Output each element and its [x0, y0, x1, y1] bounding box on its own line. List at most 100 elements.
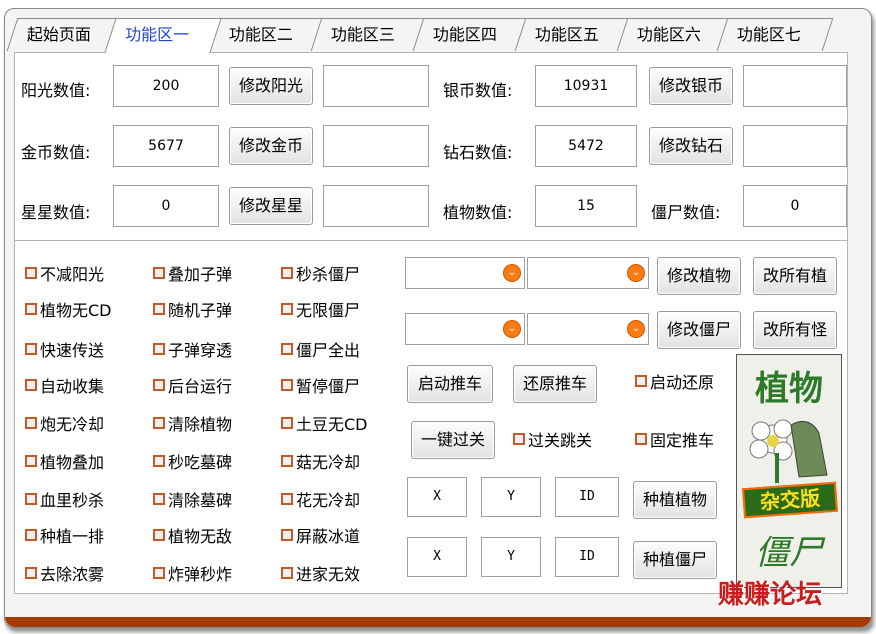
- modify-plant-button[interactable]: 修改植物: [657, 257, 741, 295]
- checkbox-all-zombies[interactable]: 僵尸全出: [281, 337, 360, 361]
- all-zombie-button[interactable]: 改所有怪: [753, 311, 837, 349]
- checkbox-blood-kill[interactable]: 血里秒杀: [25, 487, 104, 511]
- plant-select-2[interactable]: ⌄: [527, 257, 649, 289]
- checkbox-flower-no-cd[interactable]: 花无冷却: [281, 487, 360, 511]
- checkbox-icon: [153, 493, 165, 505]
- checkbox-label: 植物叠加: [40, 453, 105, 472]
- gold-value-input[interactable]: 5677: [113, 125, 219, 167]
- tab-label: 起始页面: [26, 25, 91, 44]
- zombie-x-input[interactable]: X: [407, 537, 467, 577]
- plant-select-1[interactable]: ⌄: [405, 257, 525, 289]
- checkbox-icon: [25, 529, 37, 541]
- plant-y-input[interactable]: Y: [481, 477, 541, 517]
- checkbox-label: 秒杀僵尸: [296, 265, 361, 284]
- checkbox-bullet-pierce[interactable]: 子弹穿透: [153, 337, 232, 361]
- modify-star-button[interactable]: 修改星星: [229, 187, 313, 225]
- checkbox-label: 植物无CD: [40, 301, 112, 320]
- checkbox-home-invalid[interactable]: 进家无效: [281, 561, 360, 585]
- checkbox-label: 花无冷却: [296, 491, 361, 510]
- checkbox-icon: [153, 529, 165, 541]
- checkbox-fast-teleport[interactable]: 快速传送: [25, 337, 104, 361]
- tab-func2[interactable]: 功能区二: [208, 18, 326, 51]
- plant-plant-button[interactable]: 种植植物: [633, 481, 717, 519]
- tab-func5[interactable]: 功能区五: [514, 18, 632, 51]
- sun-label: 阳光数值:: [21, 81, 91, 100]
- checkbox-auto-collect[interactable]: 自动收集: [25, 373, 104, 397]
- checkbox-icon: [281, 343, 293, 355]
- checkbox-label: 不减阳光: [40, 265, 105, 284]
- checkbox-icon: [25, 267, 37, 279]
- one-key-pass-button[interactable]: 一键过关: [411, 421, 495, 459]
- modify-diamond-button[interactable]: 修改钻石: [649, 127, 733, 165]
- modify-zombie-button[interactable]: 修改僵尸: [657, 311, 741, 349]
- plant-id-input[interactable]: ID: [555, 477, 619, 517]
- zombie-select-1[interactable]: ⌄: [405, 313, 525, 345]
- checkbox-bomb-instant[interactable]: 炸弹秒炸: [153, 561, 232, 585]
- sun-value-input[interactable]: 200: [113, 65, 219, 107]
- checkbox-plant-invincible[interactable]: 植物无敌: [153, 523, 232, 547]
- start-cart-button[interactable]: 启动推车: [407, 365, 493, 403]
- all-plant-button[interactable]: 改所有植: [753, 257, 837, 295]
- checkbox-no-sun-cost[interactable]: 不减阳光: [25, 261, 104, 285]
- checkbox-label: 子弹穿透: [168, 341, 233, 360]
- checkbox-pause-zombie[interactable]: 暂停僵尸: [281, 373, 360, 397]
- modify-gold-button[interactable]: 修改金币: [229, 127, 313, 165]
- checkbox-random-bullet[interactable]: 随机子弹: [153, 297, 232, 321]
- checkbox-icon: [281, 303, 293, 315]
- checkbox-icon: [153, 455, 165, 467]
- zombie-y-input[interactable]: Y: [481, 537, 541, 577]
- checkbox-icon: [153, 379, 165, 391]
- checkbox-clear-plants[interactable]: 清除植物: [153, 411, 232, 435]
- checkbox-label: 后台运行: [168, 377, 233, 396]
- checkbox-plant-stack[interactable]: 植物叠加: [25, 449, 104, 473]
- silver-extra-input[interactable]: [743, 65, 847, 107]
- restore-cart-button[interactable]: 还原推车: [513, 365, 597, 403]
- gold-extra-input[interactable]: [323, 125, 429, 167]
- zombies-label: 僵尸数值:: [651, 203, 721, 222]
- tab-label: 功能区七: [736, 25, 801, 44]
- silver-value-input[interactable]: 10931: [535, 65, 637, 107]
- star-value-input[interactable]: 0: [113, 185, 219, 227]
- plants-value-input[interactable]: 15: [535, 185, 637, 227]
- plant-zombie-button[interactable]: 种植僵尸: [633, 541, 717, 579]
- checkbox-plant-no-cd[interactable]: 植物无CD: [25, 297, 112, 321]
- checkbox-cannon-no-cd[interactable]: 炮无冷却: [25, 411, 104, 435]
- checkbox-label: 无限僵尸: [296, 301, 361, 320]
- tab-func7[interactable]: 功能区七: [716, 18, 834, 51]
- tab-func6[interactable]: 功能区六: [616, 18, 734, 51]
- checkbox-icon: [153, 267, 165, 279]
- zombie-id-input[interactable]: ID: [555, 537, 619, 577]
- tab-func1[interactable]: 功能区一: [104, 18, 222, 53]
- modify-sun-button[interactable]: 修改阳光: [229, 67, 313, 105]
- diamond-label: 钻石数值:: [443, 143, 513, 162]
- checkbox-pass-skip[interactable]: 过关跳关: [513, 427, 592, 451]
- tab-label: 功能区一: [125, 25, 190, 44]
- zombie-select-2[interactable]: ⌄: [527, 313, 649, 345]
- diamond-value-input[interactable]: 5472: [535, 125, 637, 167]
- checkbox-background-run[interactable]: 后台运行: [153, 373, 232, 397]
- plant-x-input[interactable]: X: [407, 477, 467, 517]
- checkbox-fix-cart[interactable]: 固定推车: [635, 427, 714, 451]
- checkbox-kill-zombie[interactable]: 秒杀僵尸: [281, 261, 360, 285]
- sun-extra-input[interactable]: [323, 65, 429, 107]
- checkbox-remove-fog[interactable]: 去除浓雾: [25, 561, 104, 585]
- tab-label: 功能区三: [330, 25, 395, 44]
- checkbox-plant-row[interactable]: 种植一排: [25, 523, 104, 547]
- star-extra-input[interactable]: [323, 185, 429, 227]
- zombies-value-input[interactable]: 0: [743, 185, 847, 227]
- tab-func3[interactable]: 功能区三: [310, 18, 428, 51]
- modify-silver-button[interactable]: 修改银币: [649, 67, 733, 105]
- window-bottom-bar: [5, 617, 871, 627]
- checkbox-stack-bullet[interactable]: 叠加子弹: [153, 261, 232, 285]
- checkbox-label: 秒吃墓碑: [168, 453, 233, 472]
- checkbox-clear-tombstone[interactable]: 清除墓碑: [153, 487, 232, 511]
- diamond-extra-input[interactable]: [743, 125, 847, 167]
- checkbox-eat-tombstone[interactable]: 秒吃墓碑: [153, 449, 232, 473]
- checkbox-infinite-zombie[interactable]: 无限僵尸: [281, 297, 360, 321]
- tab-func4[interactable]: 功能区四: [412, 18, 530, 51]
- checkbox-auto-restore[interactable]: 启动还原: [635, 369, 714, 393]
- checkbox-label: 炸弹秒炸: [168, 565, 233, 584]
- checkbox-mushroom-no-cd[interactable]: 菇无冷却: [281, 449, 360, 473]
- checkbox-block-ice[interactable]: 屏蔽冰道: [281, 523, 360, 547]
- checkbox-potato-no-cd[interactable]: 土豆无CD: [281, 411, 368, 435]
